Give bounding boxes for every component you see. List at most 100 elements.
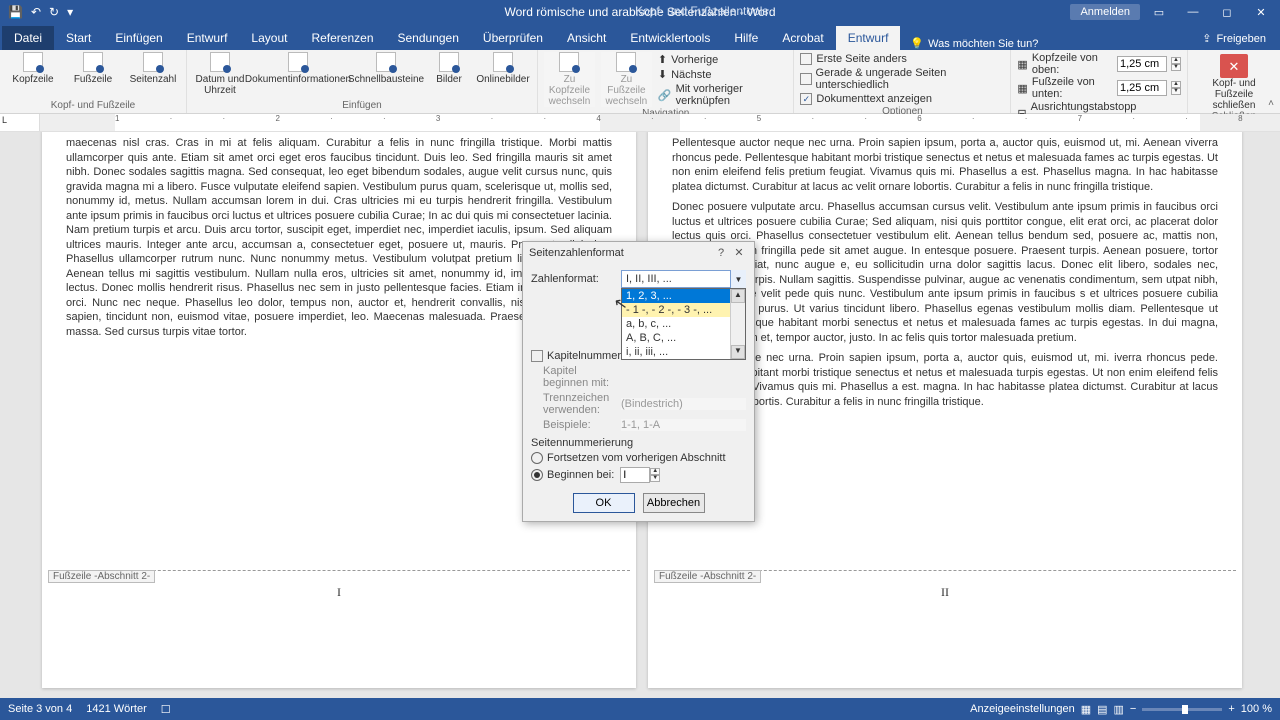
collapse-ribbon-icon[interactable]: ˄ — [1268, 98, 1274, 109]
display-settings[interactable]: Anzeigeeinstellungen — [970, 703, 1075, 715]
dokinfo-button[interactable]: Dokumentinformationen — [253, 52, 343, 85]
dropdown-scrollbar[interactable]: ▲▼ — [730, 289, 745, 359]
zoom-value[interactable]: 100 % — [1241, 703, 1272, 715]
bsp-value: 1-1, 1-A — [621, 419, 746, 431]
beginnen-input[interactable] — [620, 467, 650, 483]
tab-context-entwurf[interactable]: Entwurf — [836, 26, 901, 50]
footer-section-label: Fußzeile -Abschnitt 2- — [654, 570, 761, 583]
goto-footer-icon — [616, 52, 636, 72]
dropdown-option[interactable]: 1, 2, 3, ... — [622, 289, 745, 303]
gerade-ungerade-chk[interactable]: Gerade & ungerade Seiten unterschiedlich — [800, 66, 1004, 92]
seitnum-group-label: Seitennummerierung — [531, 437, 746, 449]
beginnen-spinbtns[interactable]: ▲▼ — [650, 468, 660, 482]
tell-me-placeholder: Was möchten Sie tun? — [928, 38, 1038, 50]
beginnen-radio[interactable] — [531, 469, 543, 481]
footer-zone[interactable]: Fußzeile -Abschnitt 2- II — [654, 570, 1236, 618]
dropdown-option[interactable]: A, B, C, ... — [622, 331, 745, 345]
onlinepic-icon — [493, 52, 513, 72]
schnellbausteine-button[interactable]: Schnellbausteine — [349, 52, 423, 85]
scroll-down-icon: ▼ — [731, 345, 745, 359]
kapitel-begin-label: Kapitel beginnen mit: — [531, 365, 621, 389]
footer-section-label: Fußzeile -Abschnitt 2- — [48, 570, 155, 583]
tab-ansicht[interactable]: Ansicht — [555, 26, 618, 50]
dropdown-option[interactable]: a, b, c, ... — [622, 317, 745, 331]
tab-selector-icon[interactable]: L — [0, 113, 9, 127]
share-label: Freigeben — [1216, 33, 1266, 45]
combo-value: I, II, III, ... — [626, 273, 672, 285]
footer-zone[interactable]: Fußzeile -Abschnitt 2- I — [48, 570, 630, 618]
tab-entwicklertools[interactable]: Entwicklertools — [618, 26, 722, 50]
tab-layout[interactable]: Layout — [239, 26, 299, 50]
tab-referenzen[interactable]: Referenzen — [299, 26, 385, 50]
naechste-button[interactable]: ⬇Nächste — [658, 67, 788, 82]
close-headerfooter-button[interactable]: ✕Kopf- und Fußzeile schließen — [1194, 52, 1274, 111]
qat-more-icon[interactable]: ▾ — [67, 5, 73, 19]
next-icon: ⬇ — [658, 68, 667, 81]
close-window-icon[interactable]: ✕ — [1246, 3, 1276, 21]
tab-file[interactable]: Datei — [2, 26, 54, 50]
tab-entwurf[interactable]: Entwurf — [175, 26, 240, 50]
tab-hilfe[interactable]: Hilfe — [722, 26, 770, 50]
login-button[interactable]: Anmelden — [1070, 4, 1140, 20]
onlinebilder-button[interactable]: Onlinebilder — [475, 52, 531, 85]
zahlenformat-dropdown: 1, 2, 3, ... - 1 -, - 2 -, - 3 -, ... a,… — [621, 288, 746, 360]
trenn-value: (Bindestrich) — [621, 398, 746, 410]
tab-einfuegen[interactable]: Einfügen — [103, 26, 174, 50]
footer-icon — [83, 52, 103, 72]
redo-icon[interactable]: ↻ — [49, 5, 59, 19]
tab-sendungen[interactable]: Sendungen — [386, 26, 471, 50]
view-read-icon[interactable]: ▤ — [1097, 703, 1107, 716]
maximize-icon[interactable]: ◻ — [1212, 3, 1242, 21]
close-hf-icon: ✕ — [1220, 54, 1248, 78]
proofing-icon[interactable]: ☐ — [161, 703, 171, 716]
dialog-title: Seitenzahlenformat — [529, 247, 712, 259]
horizontal-ruler[interactable]: 1 · · 2 · · 3 · · 4 · · 5 · · 6 · · 7 · … — [40, 114, 1280, 131]
kapitelnr-label: Kapitelnummer — [547, 350, 621, 362]
tab-acrobat[interactable]: Acrobat — [770, 26, 835, 50]
dialog-help-icon[interactable]: ? — [712, 247, 730, 259]
page-status[interactable]: Seite 3 von 4 — [8, 703, 72, 715]
link-icon: 🔗 — [658, 89, 672, 102]
fortsetzen-radio[interactable] — [531, 452, 543, 464]
erste-seite-chk[interactable]: Erste Seite anders — [800, 52, 1004, 66]
ok-button[interactable]: OK — [573, 493, 635, 513]
kapitelnr-checkbox[interactable] — [531, 350, 543, 362]
prev-icon: ⬆ — [658, 53, 667, 66]
kopfzeile-button[interactable]: Kopfzeile — [6, 52, 60, 85]
docinfo-icon — [288, 52, 308, 72]
group-label: Kopf- und Fußzeile — [6, 100, 180, 113]
footer-page-number[interactable]: II — [654, 585, 1236, 600]
verknuepfen-button[interactable]: 🔗Mit vorheriger verknüpfen — [658, 82, 788, 108]
tell-me[interactable]: 💡 Was möchten Sie tun? — [910, 37, 1038, 50]
dropdown-option[interactable]: - 1 -, - 2 -, - 3 -, ... — [622, 303, 745, 317]
minimize-icon[interactable]: — — [1178, 3, 1208, 21]
doktext-chk[interactable]: ✓Dokumenttext anzeigen — [800, 92, 1004, 106]
vorherige-button[interactable]: ⬆Vorherige — [658, 52, 788, 67]
tab-start[interactable]: Start — [54, 26, 103, 50]
undo-icon[interactable]: ↶ — [31, 5, 41, 19]
chevron-down-icon[interactable]: ▼ — [730, 270, 746, 288]
bilder-button[interactable]: Bilder — [429, 52, 469, 85]
view-print-icon[interactable]: ▦ — [1081, 703, 1091, 716]
kopfzeile-oben-spin[interactable]: ▦Kopfzeile von oben:▲▼ — [1017, 52, 1181, 76]
zoom-slider[interactable] — [1142, 708, 1222, 711]
zoom-in-icon[interactable]: + — [1228, 703, 1234, 715]
word-count[interactable]: 1421 Wörter — [86, 703, 147, 715]
zoom-out-icon[interactable]: − — [1130, 703, 1136, 715]
dialog-close-icon[interactable]: ✕ — [730, 246, 748, 259]
seitenzahl-button[interactable]: Seitenzahl — [126, 52, 180, 85]
bsp-label: Beispiele: — [531, 419, 621, 431]
zahlenformat-combo[interactable]: I, II, III, ... ▼ 1, 2, 3, ... - 1 -, - … — [621, 270, 746, 288]
dropdown-option[interactable]: i, ii, iii, ... — [622, 345, 745, 359]
save-icon[interactable]: 💾 — [8, 5, 23, 19]
fusszeile-unten-spin[interactable]: ▦Fußzeile von unten:▲▼ — [1017, 76, 1181, 100]
view-web-icon[interactable]: ▥ — [1114, 703, 1124, 716]
share-button[interactable]: ⇪ Freigeben — [1188, 27, 1280, 50]
datum-button[interactable]: Datum und Uhrzeit — [193, 52, 247, 96]
fortsetzen-label: Fortsetzen vom vorherigen Abschnitt — [547, 452, 726, 464]
ribbon-mode-icon[interactable]: ▭ — [1144, 3, 1174, 21]
tab-ueberpruefen[interactable]: Überprüfen — [471, 26, 555, 50]
cancel-button[interactable]: Abbrechen — [643, 493, 705, 513]
footer-page-number[interactable]: I — [48, 585, 630, 600]
fusszeile-button[interactable]: Fußzeile — [66, 52, 120, 85]
